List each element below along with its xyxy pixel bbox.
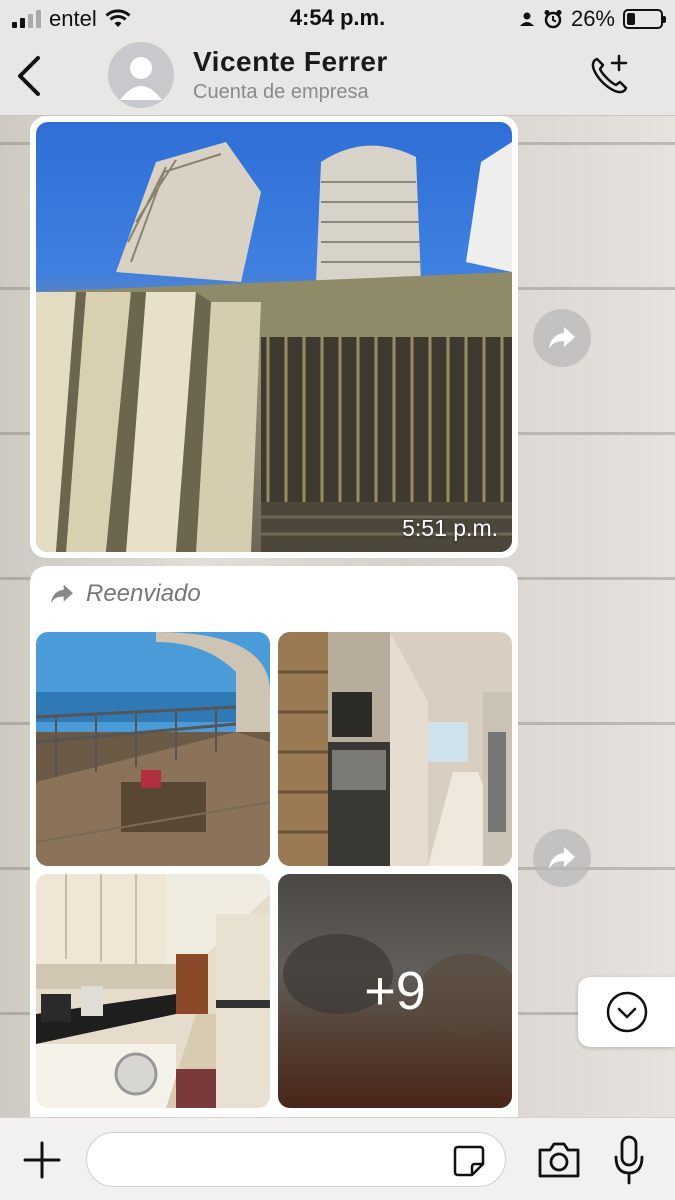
message-input[interactable] (86, 1132, 506, 1187)
message-timestamp: 5:51 p.m. (402, 515, 498, 541)
battery-percent: 26% (570, 6, 615, 31)
forward-button[interactable] (533, 829, 591, 887)
sticker-icon[interactable] (452, 1144, 486, 1178)
plus-icon[interactable] (22, 1140, 62, 1180)
input-bar (0, 1117, 675, 1200)
kitchen-counter-photo[interactable] (36, 874, 270, 1108)
album-message[interactable]: Reenviado +9 (30, 566, 518, 1118)
back-chevron-icon[interactable] (14, 54, 46, 98)
forwarded-label: Reenviado (48, 580, 201, 608)
forwarded-arrow-icon (51, 584, 73, 604)
microphone-icon[interactable] (612, 1135, 646, 1185)
add-call-icon[interactable] (587, 52, 633, 98)
forward-arrow-icon (549, 847, 575, 869)
avatar-icon[interactable] (108, 42, 174, 108)
kitchen-oven-photo[interactable] (278, 632, 512, 866)
scroll-to-bottom-button[interactable] (578, 977, 675, 1047)
balcony-photo[interactable] (36, 632, 270, 866)
forward-arrow-icon (549, 327, 575, 349)
image-message[interactable]: 5:51 p.m. (30, 116, 518, 558)
chat-header: Vicente Ferrer Cuenta de empresa (0, 36, 675, 116)
more-photos-count: +9 (364, 961, 426, 1021)
person-icon (519, 12, 534, 26)
alarm-icon (544, 10, 562, 29)
forward-button[interactable] (533, 309, 591, 367)
building-towers-photo[interactable]: 5:51 p.m. (36, 122, 512, 552)
forwarded-text: Reenviado (86, 580, 201, 607)
status-right: 26% (519, 6, 666, 32)
blurred-room-photo[interactable]: +9 (278, 874, 512, 1108)
camera-icon[interactable] (536, 1140, 582, 1180)
contact-subtitle: Cuenta de empresa (193, 81, 369, 103)
status-bar: entel 4:54 p.m. 26% (0, 0, 675, 36)
chevron-down-icon (606, 991, 647, 1033)
contact-name[interactable]: Vicente Ferrer (193, 46, 388, 78)
battery-fill (627, 13, 636, 25)
battery-icon (623, 9, 666, 29)
